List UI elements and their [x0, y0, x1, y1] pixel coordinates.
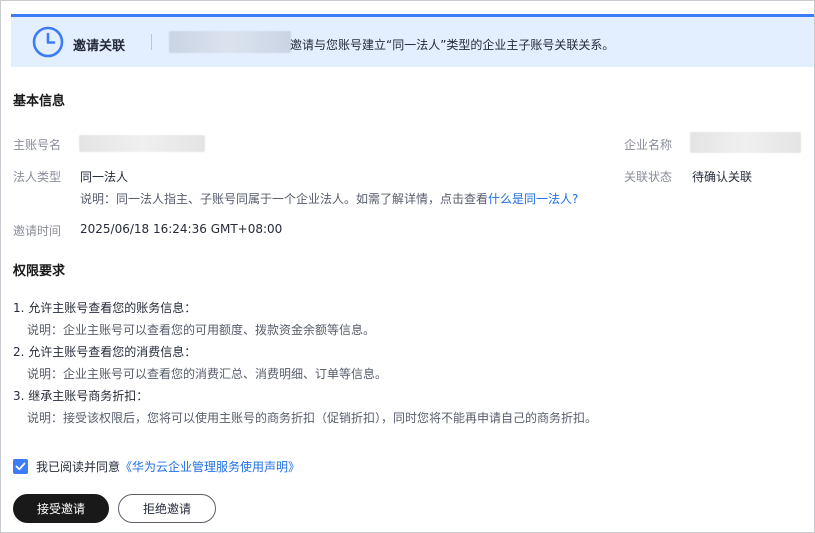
invitation-panel: 邀请关联 邀请与您账号建立“同一法人”类型的企业主子账号关联关系。 基本信息 主… [0, 0, 815, 533]
banner-title: 邀请关联 [73, 39, 126, 54]
status-value: 待确认关联 [692, 170, 753, 184]
legal-type-note: 说明：同一法人指主、子账号同属于一个企业法人。如需了解详情，点击查看什么是同一法… [80, 190, 578, 207]
basic-info-title: 基本信息 [13, 94, 66, 109]
permission-item-title: 3. 继承主账号商务折扣： [13, 389, 149, 403]
agreement-text: 我已阅读并同意《华为云企业管理服务使用声明》 [36, 458, 300, 475]
permission-item-desc: 说明：接受该权限后，您将可以使用主账号的商务折扣（促销折扣），同时您将不能再申请… [27, 411, 598, 425]
permission-item-title: 1. 允许主账号查看您的账务信息： [13, 301, 197, 315]
invite-time-value: 2025/06/18 16:24:36 GMT+08:00 [80, 222, 283, 236]
banner-message: 邀请与您账号建立“同一法人”类型的企业主子账号关联关系。 [290, 38, 615, 52]
company-name-label: 企业名称 [624, 138, 673, 152]
main-account-value-redacted [79, 135, 205, 152]
legal-type-note-text: 说明：同一法人指主、子账号同属于一个企业法人。如需了解详情，点击查看 [80, 192, 489, 206]
company-name-value-redacted [690, 132, 801, 153]
agreement-prefix: 我已阅读并同意 [36, 460, 121, 474]
legal-type-label: 法人类型 [13, 170, 62, 184]
permission-item-desc: 说明：企业主账号可以查看您的可用额度、拨款资金余额等信息。 [27, 323, 376, 337]
legal-type-value: 同一法人 [80, 170, 129, 184]
clock-icon [32, 26, 64, 58]
invite-time-label: 邀请时间 [13, 224, 62, 238]
agreement-row: 我已阅读并同意《华为云企业管理服务使用声明》 [13, 458, 300, 475]
service-statement-link[interactable]: 《华为云企业管理服务使用声明》 [120, 460, 300, 474]
status-label: 关联状态 [624, 170, 673, 184]
inviter-account-redacted [169, 31, 291, 53]
agreement-checkbox[interactable] [13, 459, 28, 474]
permission-item-desc: 说明：企业主账号可以查看您的消费汇总、消费明细、订单等信息。 [27, 367, 388, 381]
permission-item-title: 2. 允许主账号查看您的消费信息： [13, 345, 197, 359]
accept-invitation-button[interactable]: 接受邀请 [13, 494, 109, 523]
main-account-label: 主账号名 [13, 138, 62, 152]
permissions-title: 权限要求 [13, 264, 66, 279]
banner-divider [151, 34, 152, 50]
check-icon [15, 462, 26, 471]
invitation-banner: 邀请关联 邀请与您账号建立“同一法人”类型的企业主子账号关联关系。 [11, 14, 814, 67]
reject-invitation-button[interactable]: 拒绝邀请 [118, 494, 216, 523]
what-is-same-legal-entity-link[interactable]: 什么是同一法人? [488, 192, 578, 206]
